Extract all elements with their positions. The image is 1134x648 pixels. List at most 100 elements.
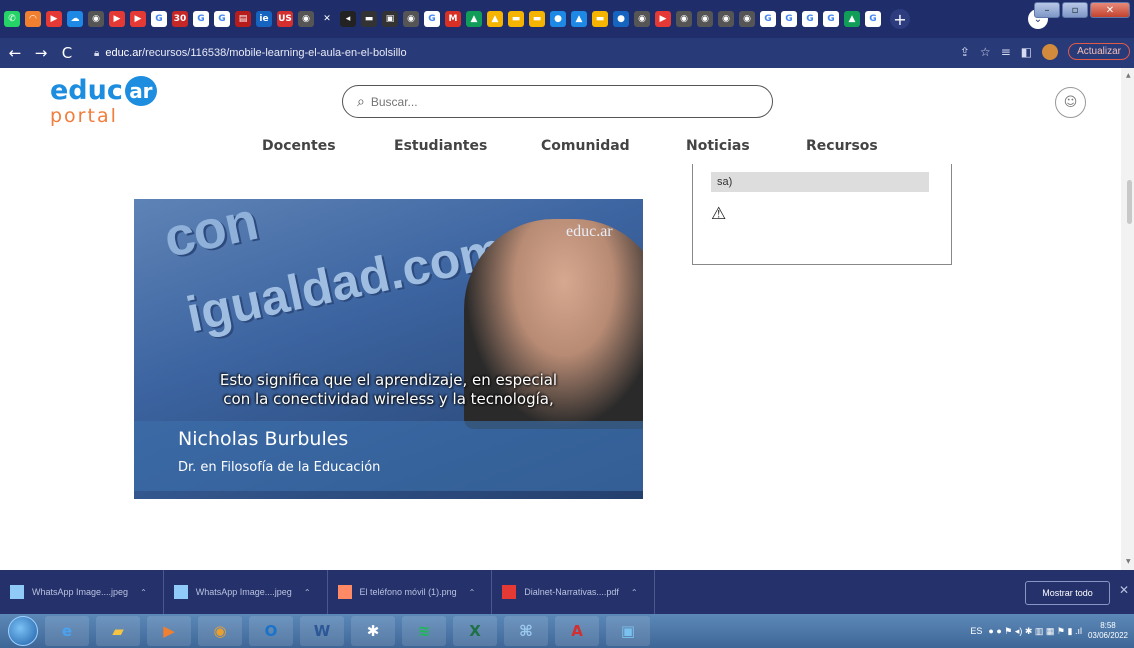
tab-icon-gray[interactable]: ◉	[403, 11, 419, 27]
forward-icon[interactable]: →	[30, 44, 52, 62]
drive-icon[interactable]: ▲	[466, 11, 482, 27]
acrobat-icon[interactable]: A	[555, 616, 599, 646]
url-field[interactable]: educ.ar/recursos/116538/mobile-learning-…	[105, 47, 406, 59]
close-downloads-icon[interactable]: ✕	[1119, 583, 1129, 597]
search-box[interactable]: ⌕	[342, 85, 773, 118]
slides-icon[interactable]: ▬	[592, 11, 608, 27]
tab-icon-red[interactable]: 30	[172, 11, 188, 27]
youtube-icon[interactable]: ▶	[109, 11, 125, 27]
word-icon[interactable]: W	[300, 616, 344, 646]
tab-icon-dark[interactable]: ▣	[382, 11, 398, 27]
maximize-button[interactable]: ▫	[1062, 2, 1088, 18]
user-account-button[interactable]: ☺	[1055, 87, 1086, 118]
onedrive-icon[interactable]: ☁	[67, 11, 83, 27]
chrome-icon[interactable]: ◉	[198, 616, 242, 646]
chevron-up-icon[interactable]: ⌃	[140, 588, 147, 597]
bluetooth-icon[interactable]: ✱	[351, 616, 395, 646]
chevron-up-icon[interactable]: ⌃	[304, 588, 311, 597]
whatsapp-icon[interactable]: ✆	[4, 11, 20, 27]
drive-icon[interactable]: ▲	[844, 11, 860, 27]
tab-icon-dark[interactable]: ◂	[340, 11, 356, 27]
report-icon[interactable]: ⚠︎	[711, 204, 726, 224]
google-icon[interactable]: G	[823, 11, 839, 27]
main-menu: Docentes Estudiantes Comunidad Noticias …	[0, 138, 1134, 164]
chevron-up-icon[interactable]: ⌃	[469, 588, 476, 597]
share-icon[interactable]: ⇪	[960, 45, 970, 59]
lock-icon[interactable]: 🔒︎	[94, 48, 99, 59]
photos-icon[interactable]: ▣	[606, 616, 650, 646]
clock[interactable]: 8:58 03/06/2022	[1088, 621, 1128, 641]
close-icon[interactable]: ✕	[319, 11, 335, 27]
tray-icons[interactable]: ● ● ⚑ ◂) ✱ ▥ ▦ ⚑ ▮ .ıl	[988, 626, 1082, 637]
gmail-icon[interactable]: M	[445, 11, 461, 27]
download-item[interactable]: Dialnet-Narrativas....pdf ⌃	[492, 570, 655, 614]
star-icon[interactable]: ☆	[980, 45, 991, 59]
tab-icon-dark[interactable]: ▬	[361, 11, 377, 27]
google-icon[interactable]: G	[214, 11, 230, 27]
close-window-button[interactable]: ✕	[1090, 2, 1130, 18]
menu-item-recursos[interactable]: Recursos	[806, 138, 878, 154]
tab-icon-orange[interactable]: ◠	[25, 11, 41, 27]
tab-icon-gray[interactable]: ◉	[697, 11, 713, 27]
tab-icon-gray[interactable]: ◉	[298, 11, 314, 27]
drive-icon[interactable]: ▲	[571, 11, 587, 27]
menu-item-noticias[interactable]: Noticias	[686, 138, 750, 154]
download-item[interactable]: WhatsApp Image....jpeg ⌃	[164, 570, 328, 614]
tab-icon-red[interactable]: ▤	[235, 11, 251, 27]
youtube-icon[interactable]: ▶	[46, 11, 62, 27]
slides-icon[interactable]: ▬	[508, 11, 524, 27]
google-icon[interactable]: G	[802, 11, 818, 27]
update-button[interactable]: Actualizar	[1068, 43, 1130, 60]
tab-icon-red[interactable]: US	[277, 11, 293, 27]
folder-icon[interactable]: ▰	[96, 616, 140, 646]
minimize-button[interactable]: –	[1034, 2, 1060, 18]
tab-icon-gray[interactable]: ◉	[634, 11, 650, 27]
google-icon[interactable]: G	[760, 11, 776, 27]
google-icon[interactable]: G	[424, 11, 440, 27]
menu-item-estudiantes[interactable]: Estudiantes	[394, 138, 487, 154]
search-input[interactable]	[370, 94, 751, 109]
google-icon[interactable]: G	[151, 11, 167, 27]
tab-icon-blue[interactable]: ●	[550, 11, 566, 27]
tab-icon-gray[interactable]: ◉	[676, 11, 692, 27]
menu-item-docentes[interactable]: Docentes	[262, 138, 336, 154]
start-button[interactable]	[8, 616, 38, 646]
download-item[interactable]: El teléfono móvil (1).png ⌃	[328, 570, 493, 614]
drive-icon[interactable]: ▲	[487, 11, 503, 27]
scrollbar-thumb[interactable]	[1127, 180, 1132, 224]
reload-icon[interactable]: C	[56, 44, 78, 62]
youtube-icon[interactable]: ▶	[655, 11, 671, 27]
scroll-down-icon[interactable]: ▼	[1126, 558, 1131, 565]
menu-item-comunidad[interactable]: Comunidad	[541, 138, 630, 154]
media-player-icon[interactable]: ▶	[147, 616, 191, 646]
tab-icon-gray[interactable]: ◉	[88, 11, 104, 27]
spotify-icon[interactable]: ≋	[402, 616, 446, 646]
back-icon[interactable]: ←	[4, 44, 26, 62]
language-indicator[interactable]: ES	[970, 626, 982, 636]
chevron-up-icon[interactable]: ⌃	[631, 588, 638, 597]
show-all-downloads-button[interactable]: Mostrar todo	[1025, 581, 1110, 605]
google-icon[interactable]: G	[193, 11, 209, 27]
logo-text-portal: portal	[50, 105, 118, 127]
google-icon[interactable]: G	[865, 11, 881, 27]
tab-icon-blue[interactable]: ●	[613, 11, 629, 27]
google-icon[interactable]: G	[781, 11, 797, 27]
educar-logo[interactable]: educ ar portal	[50, 76, 157, 126]
new-tab-icon[interactable]: +	[890, 9, 910, 29]
tab-icon-blue[interactable]: ie	[256, 11, 272, 27]
excel-icon[interactable]: X	[453, 616, 497, 646]
youtube-icon[interactable]: ▶	[130, 11, 146, 27]
side-panel-icon[interactable]: ◧	[1021, 45, 1032, 59]
tab-icon-gray[interactable]: ◉	[739, 11, 755, 27]
ie-icon[interactable]: e	[45, 616, 89, 646]
reading-list-icon[interactable]: ≡	[1001, 45, 1011, 59]
profile-avatar[interactable]	[1042, 43, 1059, 60]
page-scrollbar[interactable]	[1121, 68, 1134, 570]
download-item[interactable]: WhatsApp Image....jpeg ⌃	[0, 570, 164, 614]
scroll-up-icon[interactable]: ▲	[1126, 72, 1131, 79]
slides-icon[interactable]: ▬	[529, 11, 545, 27]
tab-icon-gray[interactable]: ◉	[718, 11, 734, 27]
video-player[interactable]: con igualdad.com educ.ar Esto significa …	[134, 199, 643, 499]
outlook-icon[interactable]: O	[249, 616, 293, 646]
network-icon[interactable]: ⌘	[504, 616, 548, 646]
